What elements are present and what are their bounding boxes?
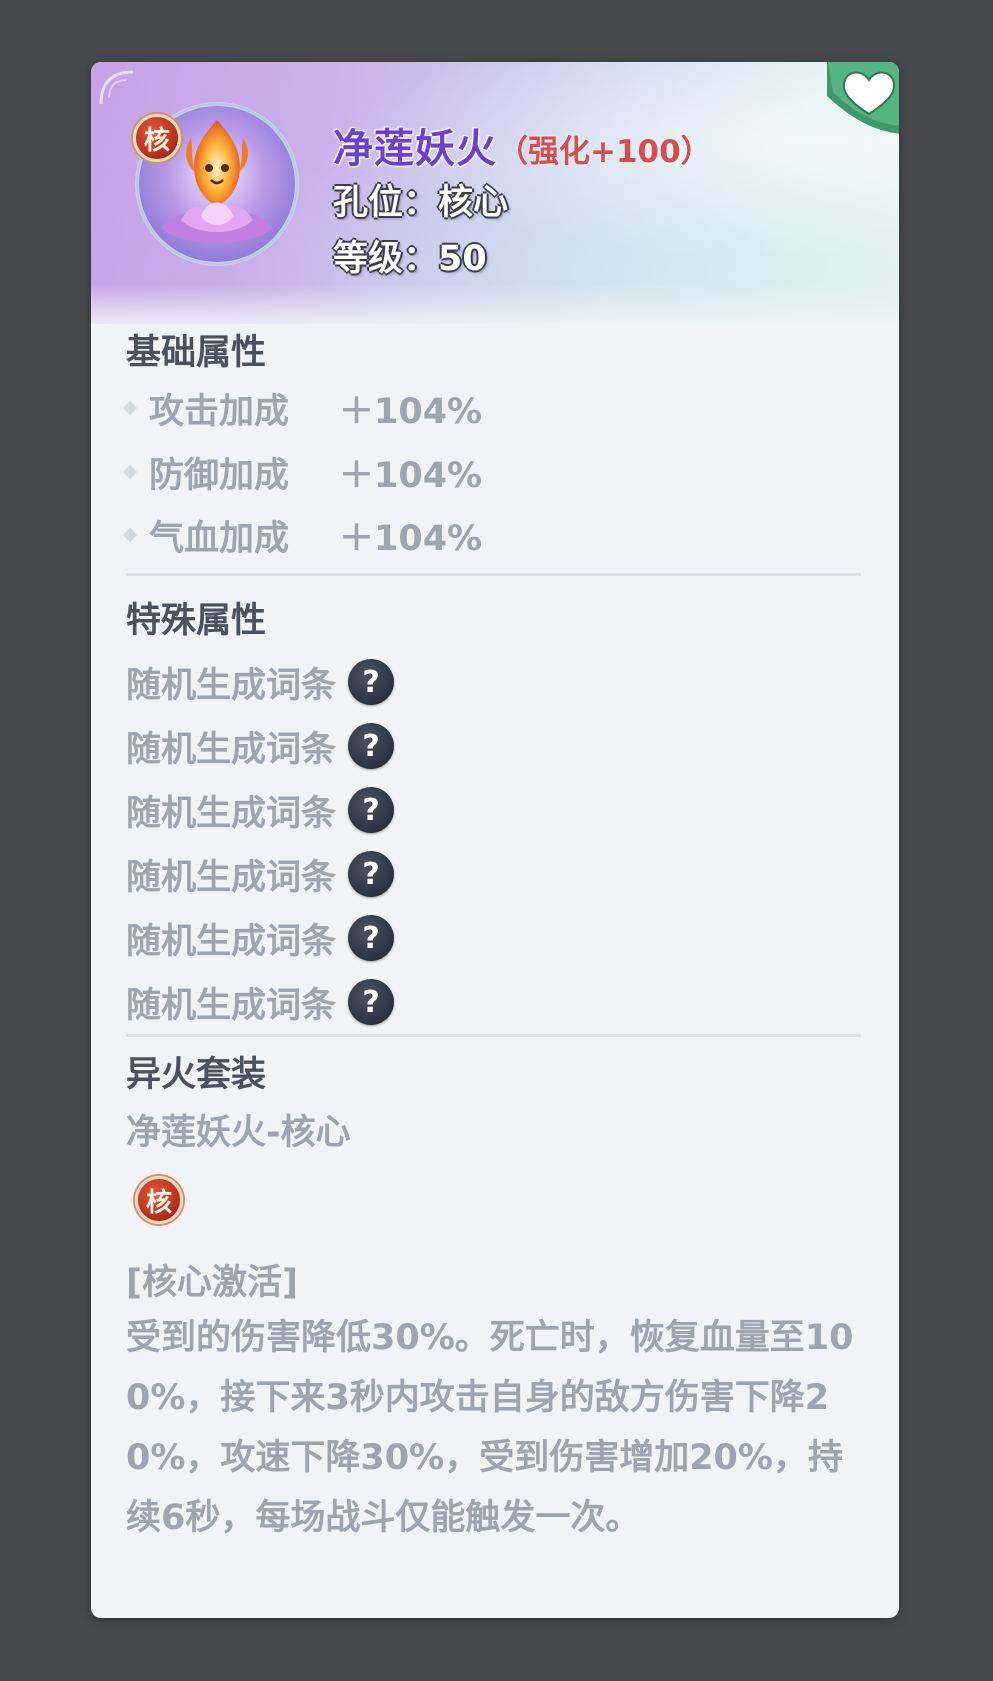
enhance-level: （强化+100） [497, 134, 712, 170]
bullet-diamond-icon [122, 527, 138, 543]
base-attributes-title: 基础属性 [126, 333, 267, 373]
bullet-diamond-icon [122, 464, 138, 480]
attribute-name: 气血加成 [149, 518, 290, 559]
special-attribute-row: 随机生成词条 ? [126, 842, 395, 906]
special-attribute-row: 随机生成词条 ? [126, 650, 395, 714]
special-attributes-list: 随机生成词条 ? 随机生成词条 ? 随机生成词条 ? 随机生成词条 ? 随机生成… [126, 650, 395, 1034]
attribute-value: ＋104% [339, 455, 483, 496]
level-text: 等级：50 [333, 239, 487, 279]
item-header: 核 净莲妖火（强化+100） 孔位：核心 等级：50 [91, 62, 899, 324]
item-title-row: 净莲妖火（强化+100） [333, 116, 712, 174]
help-icon[interactable]: ? [348, 979, 395, 1025]
special-attributes-title: 特殊属性 [126, 601, 267, 641]
help-icon[interactable]: ? [348, 851, 395, 897]
help-icon[interactable]: ? [348, 659, 395, 705]
special-attribute-row: 随机生成词条 ? [126, 778, 395, 842]
set-name: 净莲妖火-核心 [126, 1113, 351, 1153]
special-attribute-label: 随机生成词条 [126, 985, 337, 1026]
heart-icon[interactable] [827, 62, 899, 134]
attribute-name: 防御加成 [149, 455, 290, 496]
set-effect-title: [核心激活] [126, 1263, 298, 1303]
base-attribute-row: 防御加成 ＋104% [121, 450, 482, 496]
special-attribute-row: 随机生成词条 ? [126, 714, 395, 778]
special-attribute-label: 随机生成词条 [126, 665, 337, 706]
set-title: 异火套装 [126, 1055, 267, 1095]
bullet-diamond-icon [122, 400, 138, 416]
header-fade [91, 284, 899, 324]
special-attribute-label: 随机生成词条 [126, 793, 337, 834]
section-divider [126, 1034, 861, 1037]
help-icon[interactable]: ? [348, 915, 395, 961]
special-attribute-row: 随机生成词条 ? [126, 906, 395, 970]
section-divider [126, 573, 861, 576]
base-attribute-row: 气血加成 ＋104% [121, 513, 482, 559]
attribute-name: 攻击加成 [149, 391, 290, 432]
special-attribute-label: 随机生成词条 [126, 857, 337, 898]
attribute-value: ＋104% [339, 391, 483, 432]
set-effect-text: 受到的伤害降低30%。死亡时，恢复血量至100%，接下来3秒内攻击自身的敌方伤害… [126, 1318, 854, 1538]
help-icon[interactable]: ? [348, 787, 395, 833]
core-badge: 核 [133, 114, 181, 162]
help-icon[interactable]: ? [348, 723, 395, 769]
attribute-value: ＋104% [339, 518, 483, 559]
base-attribute-row: 攻击加成 ＋104% [121, 386, 482, 432]
special-attribute-row: 随机生成词条 ? [126, 970, 395, 1034]
special-attribute-label: 随机生成词条 [126, 729, 337, 770]
slot-text: 孔位：核心 [333, 183, 509, 223]
set-effect: [核心激活] 受到的伤害降低30%。死亡时，恢复血量至100%，接下来3秒内攻击… [126, 1258, 871, 1584]
set-core-badge: 核 [135, 1176, 183, 1224]
item-name: 净莲妖火 [333, 126, 497, 172]
item-detail-card: 核 净莲妖火（强化+100） 孔位：核心 等级：50 基础属性 攻击加成 ＋10… [91, 62, 899, 1618]
special-attribute-label: 随机生成词条 [126, 921, 337, 962]
